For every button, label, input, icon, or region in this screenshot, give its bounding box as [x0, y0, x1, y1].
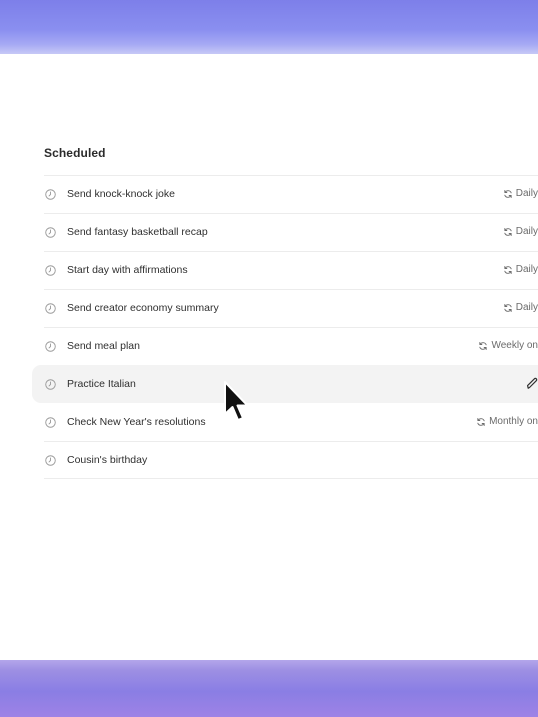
task-frequency: Daily — [503, 188, 538, 199]
clock-icon — [45, 227, 56, 238]
repeat-icon — [479, 341, 488, 350]
clock-icon — [45, 379, 56, 390]
clock-icon — [45, 417, 56, 428]
task-frequency: Daily — [503, 302, 538, 313]
task-label: Cousin's birthday — [67, 454, 148, 466]
frequency-text: Daily — [515, 264, 538, 275]
task-label: Check New Year's resolutions — [67, 416, 206, 428]
repeat-icon — [504, 227, 512, 236]
task-label: Practice Italian — [67, 378, 136, 390]
clock-icon — [45, 303, 56, 314]
clock-icon — [45, 189, 56, 200]
mouse-pointer-icon — [224, 381, 249, 421]
task-label: Send knock-knock joke — [67, 188, 175, 200]
bottom-gradient-band — [0, 660, 538, 717]
repeat-icon — [504, 189, 512, 198]
task-label: Start day with affirmations — [67, 264, 188, 276]
frequency-text: Monthly on — [489, 416, 538, 427]
scheduled-list: Send knock-knock joke Daily Send fantasy… — [0, 175, 538, 479]
repeat-icon — [477, 417, 485, 426]
task-row[interactable]: Cousin's birthday — [44, 441, 538, 479]
task-row[interactable]: Start day with affirmations Daily — [44, 251, 538, 289]
frequency-text: Daily — [515, 188, 538, 199]
clock-icon — [45, 341, 56, 352]
top-gradient-band — [0, 0, 538, 54]
repeat-icon — [504, 265, 512, 274]
frequency-text: Daily — [515, 226, 538, 237]
task-label: Send fantasy basketball recap — [67, 226, 208, 238]
task-row[interactable]: Send meal plan Weekly on — [44, 327, 538, 365]
task-frequency: Daily — [503, 226, 538, 237]
task-frequency: Monthly on — [476, 416, 538, 427]
repeat-icon — [504, 303, 512, 312]
task-frequency: Daily — [503, 264, 538, 275]
task-row[interactable]: Send fantasy basketball recap Daily — [44, 213, 538, 251]
task-row-hovered[interactable]: Practice Italian — [32, 365, 538, 403]
edit-icon[interactable] — [526, 376, 538, 390]
task-row[interactable]: Check New Year's resolutions Monthly on — [44, 403, 538, 441]
task-label: Send meal plan — [67, 340, 140, 352]
frequency-text: Daily — [515, 302, 538, 313]
task-label: Send creator economy summary — [67, 302, 219, 314]
frequency-text: Weekly on — [491, 340, 538, 351]
clock-icon — [45, 455, 56, 466]
task-frequency: Weekly on — [478, 340, 538, 351]
task-row[interactable]: Send knock-knock joke Daily — [44, 175, 538, 213]
clock-icon — [45, 265, 56, 276]
section-title: Scheduled — [44, 146, 106, 160]
task-row[interactable]: Send creator economy summary Daily — [44, 289, 538, 327]
scheduled-panel: Scheduled Send knock-knock joke Daily Se… — [0, 54, 538, 660]
